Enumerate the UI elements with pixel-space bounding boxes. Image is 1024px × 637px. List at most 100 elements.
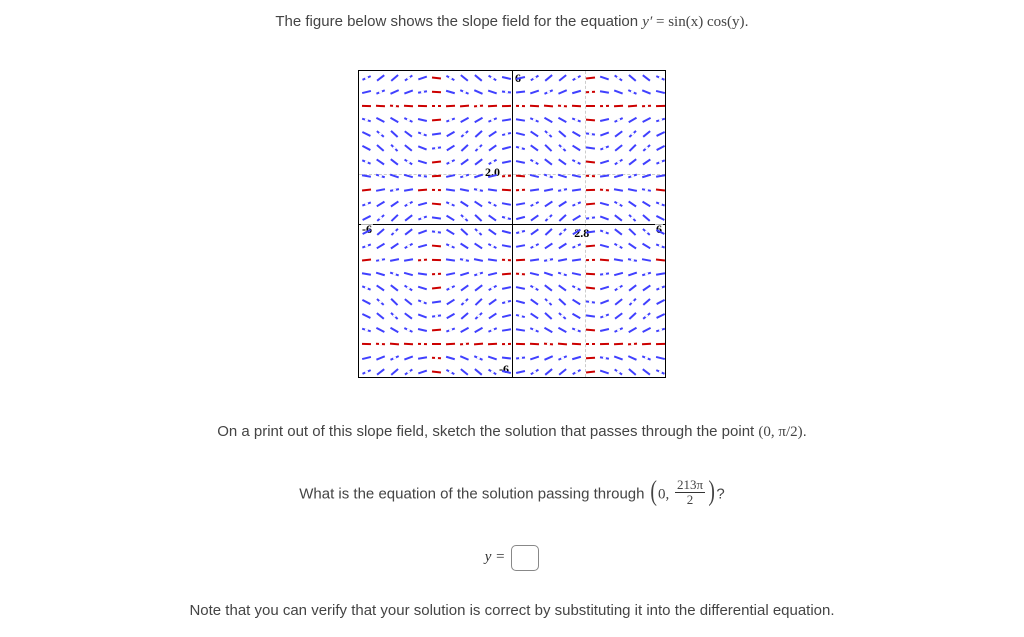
slope-segment (460, 159, 468, 166)
slope-segment (642, 214, 650, 221)
slope-segment (614, 159, 622, 165)
slope-segment (557, 272, 566, 276)
slope-segment (530, 159, 539, 165)
slope-segment (417, 118, 426, 121)
slope-segment (460, 117, 469, 123)
slope-segment (431, 147, 440, 150)
slope-segment (558, 312, 566, 319)
slope-segment (474, 355, 483, 360)
slope-segment (362, 160, 371, 165)
slope-segment (362, 313, 371, 318)
slope-segment (515, 105, 524, 107)
slope-segment (431, 217, 440, 220)
slope-segment (627, 188, 636, 191)
slope-segment (488, 369, 496, 375)
slope-segment (403, 259, 412, 262)
slope-segment (418, 230, 427, 235)
slope-segment (417, 105, 426, 107)
slope-segment (501, 300, 510, 304)
slope-segment (543, 105, 552, 107)
slope-segment (488, 243, 497, 248)
slope-segment (431, 189, 440, 191)
slope-segment (600, 132, 609, 136)
slope-segment (390, 285, 398, 292)
slope-segment (614, 369, 622, 375)
slope-segment (641, 272, 650, 276)
slope-segment (628, 298, 635, 305)
slope-segment (642, 243, 650, 249)
axis-label-y-interior: 2.0 (484, 165, 501, 180)
slope-segment (614, 285, 622, 291)
slope-segment (446, 313, 455, 319)
slope-segment (361, 105, 370, 107)
slope-segment (375, 258, 384, 261)
slope-segment (558, 369, 566, 376)
slope-segment (404, 356, 413, 361)
slope-segment (474, 285, 482, 292)
slope-segment (557, 188, 566, 191)
slope-segment (628, 144, 635, 151)
slope-segment (529, 174, 538, 178)
slope-segment (585, 189, 594, 191)
slope-segment (613, 189, 622, 192)
slope-segment (544, 298, 552, 305)
slope-segment (445, 189, 454, 192)
slope-segment (642, 117, 651, 122)
slope-segment (628, 327, 637, 333)
slope-segment (613, 272, 622, 276)
slope-segment (543, 272, 552, 276)
slope-segment (557, 343, 566, 345)
slope-segment (376, 131, 384, 138)
slope-segment (571, 90, 580, 94)
slope-segment (445, 356, 454, 360)
slope-segment (642, 228, 650, 235)
slope-segment (390, 243, 398, 249)
equation-eq: = (652, 14, 668, 30)
slope-segment (544, 144, 552, 151)
slope-segment (585, 287, 594, 289)
answer-input[interactable] (511, 545, 539, 571)
slope-segment (501, 175, 510, 177)
slope-segment (501, 230, 510, 234)
slope-segment (418, 216, 427, 221)
slope-segment (474, 228, 482, 235)
slope-segment (390, 312, 398, 319)
slope-segment (431, 133, 440, 136)
slope-segment (445, 90, 454, 94)
slope-segment (544, 159, 552, 166)
slope-segment (488, 229, 496, 235)
slope-segment (642, 369, 650, 376)
slope-segment (404, 159, 412, 165)
slope-segment (614, 131, 622, 138)
slope-segment (390, 89, 399, 94)
slope-segment (487, 356, 496, 360)
slope-segment (488, 299, 496, 305)
slope-segment (656, 369, 665, 374)
slope-segment (655, 259, 664, 261)
slope-segment (614, 201, 623, 207)
slope-segment (460, 312, 468, 319)
slope-segment (614, 145, 622, 152)
slope-segment (473, 272, 482, 276)
slope-segment (431, 301, 440, 304)
slope-segment (446, 131, 455, 137)
slope-segment (404, 117, 413, 122)
slope-segment (390, 75, 398, 82)
slope-segment (544, 89, 553, 94)
slope-segment (656, 299, 665, 304)
intro-suffix: . (744, 13, 748, 30)
slope-segment (487, 272, 496, 276)
slope-segment (515, 259, 524, 261)
slope-segment (600, 300, 609, 305)
slope-segment (628, 312, 636, 319)
slope-segment (642, 75, 650, 82)
slope-segment (431, 91, 440, 93)
slope-segment (572, 285, 581, 290)
slope-segment (543, 258, 552, 261)
slope-segment (376, 298, 384, 305)
slope-segment (572, 328, 581, 333)
slope-segment (515, 175, 524, 177)
slope-segment (627, 258, 636, 261)
slope-segment (362, 75, 371, 80)
slope-segment (641, 258, 650, 261)
